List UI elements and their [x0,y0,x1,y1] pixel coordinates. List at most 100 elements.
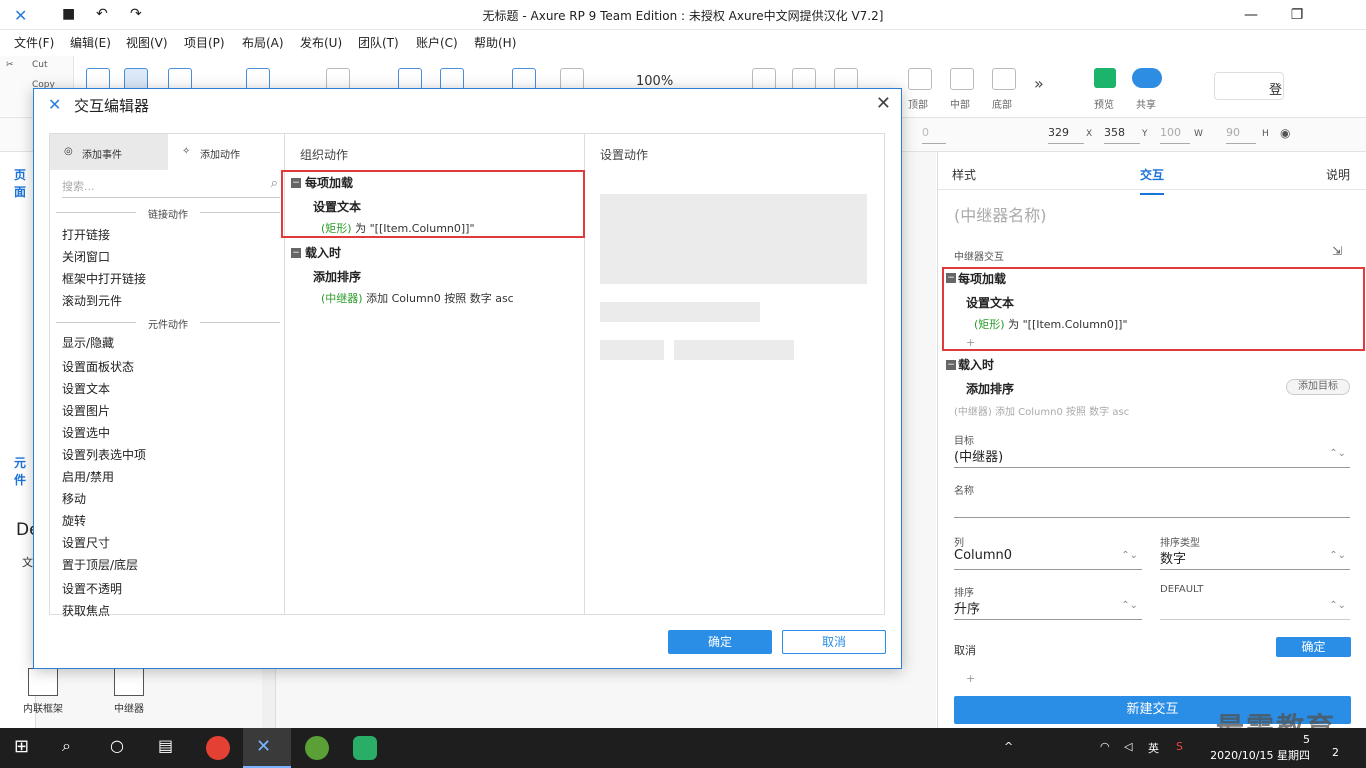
width-field[interactable]: 100 [1160,126,1190,144]
visibility-eye-icon[interactable]: ◉ [1280,126,1290,140]
close-icon[interactable]: ✕ [876,93,891,114]
collapse-icon[interactable]: − [946,273,956,283]
search-icon[interactable]: ⌕ [62,736,86,760]
action-item[interactable]: 滚动到元件 [62,292,122,309]
y-field[interactable]: 358 [1104,126,1140,144]
stroke-width-field[interactable]: 0 [922,126,946,144]
height-field[interactable]: 90 [1226,126,1256,144]
wechat-icon[interactable] [353,736,377,760]
event-on-item-load[interactable]: 每项加载 [305,174,353,191]
align-right-icon[interactable] [834,68,858,90]
align-top-icon[interactable] [908,68,932,90]
share-label[interactable]: 共享 [1136,96,1156,111]
align-center-icon[interactable] [792,68,816,90]
point-icon[interactable] [326,68,350,90]
action-item[interactable]: 框架中打开链接 [62,270,146,287]
menu-help[interactable]: 帮助(H) [474,34,516,51]
add-action-icon[interactable]: + [966,336,975,349]
pages-tab[interactable]: 页面 [14,166,35,200]
cut-label[interactable]: Cut [32,60,48,70]
action-add-sort[interactable]: 添加排序 [966,380,1014,397]
action-item[interactable]: 关闭窗口 [62,248,110,265]
select-contained-icon[interactable] [124,68,148,90]
axure-taskbar-icon[interactable]: ✕ [256,736,280,760]
cancel-link[interactable]: 取消 [954,642,976,658]
action-item[interactable]: 打开链接 [62,226,110,243]
task-view-icon[interactable]: ▤ [158,736,182,760]
wifi-icon[interactable]: ◠ [1100,740,1110,753]
tab-style[interactable]: 样式 [952,166,976,183]
maximize-button[interactable]: ❐ [1274,4,1320,26]
menu-account[interactable]: 账户(C) [416,34,458,51]
chrome-icon[interactable] [206,736,230,760]
name-input[interactable] [954,496,1350,518]
add-target-button[interactable]: 添加目标 [1286,379,1350,395]
clock[interactable]: 5 2020/10/15 星期四 [1200,732,1310,764]
lib-repeater[interactable]: 中继器 [104,668,154,715]
action-item[interactable]: 设置列表选中项 [62,446,146,463]
action-item[interactable]: 设置尺寸 [62,534,110,551]
sogou-icon[interactable]: S [1176,740,1183,753]
tray-chevron-icon[interactable]: ^ [1004,740,1013,753]
event-on-load[interactable]: 载入时 [305,244,341,261]
volume-icon[interactable]: ◁ [1124,740,1132,753]
insert-icon[interactable] [246,68,270,90]
menu-project[interactable]: 项目(P) [184,34,225,51]
column-select[interactable]: Column0 ⌃⌄ [954,548,1142,570]
connector-icon[interactable] [168,68,192,90]
action-item[interactable]: 旋转 [62,512,86,529]
action-item[interactable]: 移动 [62,490,86,507]
minimize-button[interactable]: — [1228,4,1274,26]
select-mode-icon[interactable] [86,68,110,90]
action-item[interactable]: 显示/隐藏 [62,334,114,351]
repeater-name-field[interactable]: (中继器名称) [954,202,1047,226]
action-set-text[interactable]: 设置文本 [966,294,1014,311]
search-icon[interactable]: ⌕ [271,176,278,191]
action-item[interactable]: 设置文本 [62,380,110,397]
action-item[interactable]: 启用/禁用 [62,468,114,485]
x-field[interactable]: 329 [1048,126,1084,144]
preview-label[interactable]: 预览 [1094,96,1114,111]
action-item[interactable]: 置于顶层/底层 [62,556,138,573]
expand-icon[interactable]: ⇲ [1332,244,1342,258]
order-select[interactable]: 升序 ⌃⌄ [954,598,1142,620]
menu-view[interactable]: 视图(V) [126,34,168,51]
tab-notes[interactable]: 说明 [1326,166,1350,183]
cortana-icon[interactable]: ○ [110,736,134,760]
app-taskbar-icon[interactable] [305,736,329,760]
ime-lang[interactable]: 英 [1148,740,1159,756]
event-on-item-load[interactable]: 每项加载 [958,270,1006,287]
action-add-sort[interactable]: 添加排序 [313,268,361,285]
default-select[interactable]: ⌃⌄ [1160,598,1350,620]
menu-file[interactable]: 文件(F) [14,34,54,51]
menu-edit[interactable]: 编辑(E) [70,34,111,51]
action-set-text[interactable]: 设置文本 [313,198,361,215]
ungroup-icon[interactable] [560,68,584,90]
action-item[interactable]: 获取焦点 [62,602,110,619]
target-select[interactable]: (中继器) ⌃⌄ [954,446,1350,468]
align-middle-icon[interactable] [950,68,974,90]
sort-type-select[interactable]: 数字 ⌃⌄ [1160,548,1350,570]
collapse-icon[interactable]: − [291,178,301,188]
align-left-icon[interactable] [752,68,776,90]
login-button[interactable]: 登 [1214,72,1284,100]
collapse-icon-2[interactable]: − [946,360,956,370]
ok-button[interactable]: 确定 [1276,637,1351,657]
collapse-icon-2[interactable]: − [291,248,301,258]
action-item[interactable]: 设置图片 [62,402,110,419]
action-item[interactable]: 设置面板状态 [62,358,134,375]
cloud-share-icon[interactable] [1132,68,1162,88]
align-bottom-icon[interactable] [992,68,1016,90]
preview-icon[interactable] [1094,68,1116,88]
lib-inline-frame[interactable]: 内联框架 [18,668,68,715]
event-on-load[interactable]: 载入时 [958,356,994,373]
notification-count[interactable]: 2 [1332,746,1339,759]
zoom-level[interactable]: 100% [636,74,673,89]
more-chevron-icon[interactable]: » [1034,74,1044,93]
cut-icon[interactable]: ✂ [6,60,14,70]
tab-interactions[interactable]: 交互 [1140,166,1165,195]
tab-add-action[interactable]: ✧ 添加动作 [168,134,286,170]
dialog-cancel-button[interactable]: 取消 [782,630,886,654]
menu-team[interactable]: 团队(T) [358,34,399,51]
menu-layout[interactable]: 布局(A) [242,34,284,51]
